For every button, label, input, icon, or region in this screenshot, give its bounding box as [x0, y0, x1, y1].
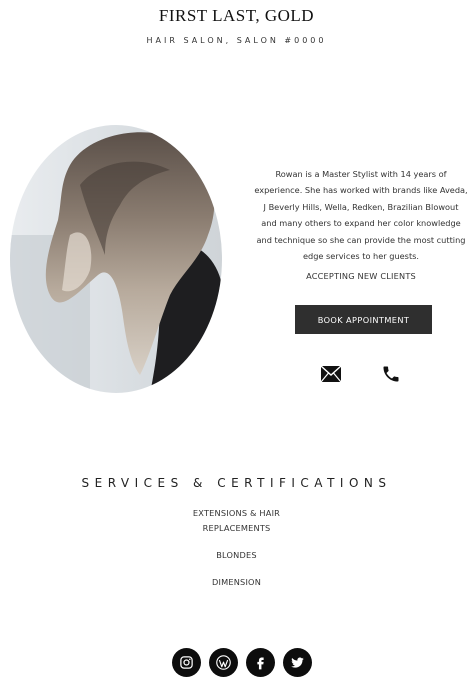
service-line: EXTENSIONS & HAIR: [192, 508, 281, 518]
portrait-image: [10, 125, 222, 393]
page-title: FIRST LAST, GOLD: [158, 6, 315, 25]
salon-subtitle: HAIR SALON, SALON #0000: [146, 36, 327, 45]
service-item: DIMENSION: [0, 575, 473, 590]
bio-line: Rowan is a Master Stylist with 14 years …: [275, 169, 447, 179]
bio-line: and many others to expand her color know…: [261, 218, 461, 229]
bio-line: edge services to her guests.: [302, 251, 420, 262]
bio-line: experience. She has worked with brands l…: [254, 185, 468, 196]
wordpress-icon[interactable]: [209, 648, 238, 677]
service-item: EXTENSIONS & HAIR REPLACEMENTS: [0, 506, 473, 536]
service-line: BLONDES: [216, 550, 257, 560]
bio-line: J Beverly Hills, Wella, Redken, Brazilia…: [263, 201, 459, 212]
book-appointment-button[interactable]: BOOK APPOINTMENT: [295, 305, 432, 334]
stylist-portrait: [10, 125, 222, 393]
facebook-icon[interactable]: [246, 648, 275, 677]
phone-icon[interactable]: [381, 364, 401, 384]
twitter-icon[interactable]: [283, 648, 312, 677]
stylist-bio: Rowan is a Master Stylist with 14 years …: [248, 166, 473, 264]
service-line: REPLACEMENTS: [202, 523, 271, 533]
availability-status: ACCEPTING NEW CLIENTS: [306, 271, 416, 281]
service-item: BLONDES: [0, 548, 473, 563]
instagram-icon[interactable]: [172, 648, 201, 677]
bio-line: and technique so she can provide the mos…: [256, 234, 466, 245]
envelope-icon[interactable]: [320, 365, 342, 383]
service-line: DIMENSION: [211, 577, 262, 587]
services-heading: SERVICES & CERTIFICATIONS: [81, 476, 392, 490]
